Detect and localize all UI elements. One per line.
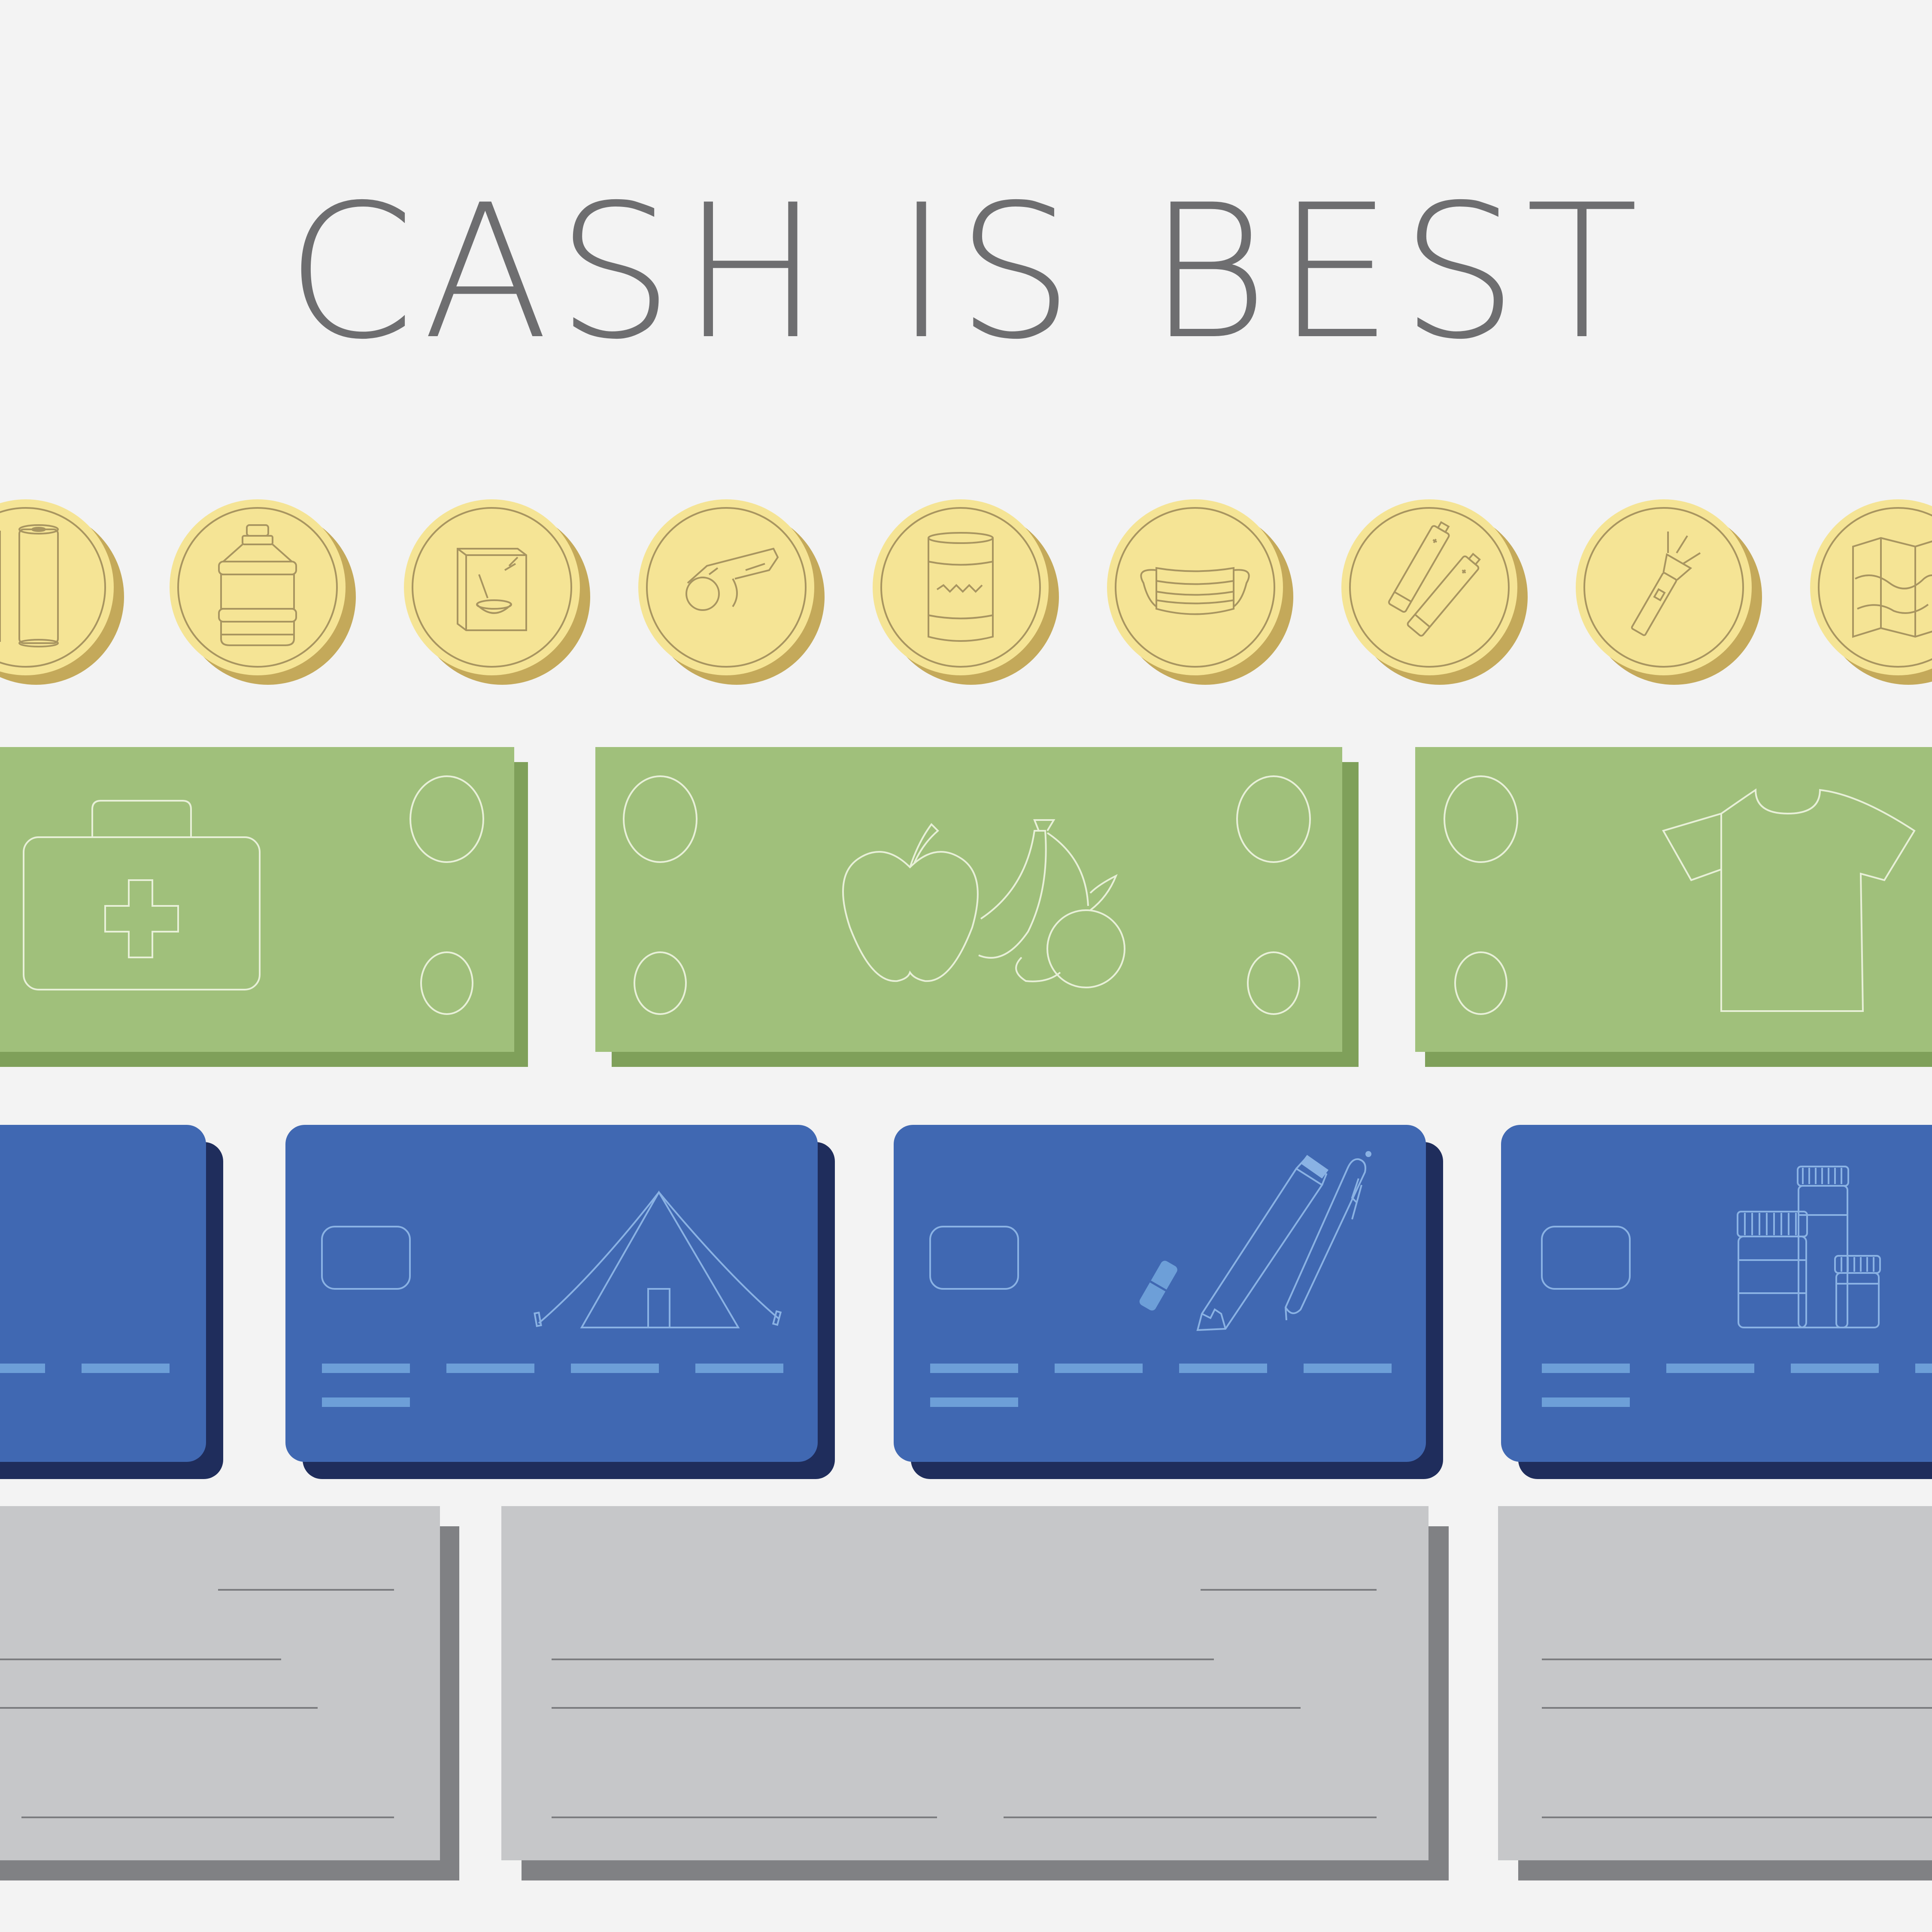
card-medicine — [1501, 1125, 1932, 1479]
coin-flashlight — [1576, 499, 1762, 685]
check-middle — [501, 1506, 1449, 1880]
bill-row — [0, 747, 1932, 1067]
bill-fruit — [595, 747, 1359, 1067]
coin-water-jug — [170, 499, 356, 685]
card-tent — [285, 1125, 835, 1479]
illustration: CASH IS BEST — [0, 0, 1932, 1932]
coin-row — [0, 499, 1932, 685]
payment-methods-illustration — [0, 499, 1932, 1880]
coin-face-mask — [1107, 499, 1293, 685]
coin-map — [1810, 499, 1932, 685]
card-row — [0, 1125, 1932, 1479]
bill-first-aid — [0, 747, 528, 1067]
card-left — [0, 1125, 223, 1479]
bill-t-shirt — [1415, 747, 1932, 1067]
coin-canned-food — [873, 499, 1059, 685]
coin-cereal-box — [404, 499, 590, 685]
card-stationery — [894, 1125, 1443, 1479]
coin-whistle — [638, 499, 825, 685]
check-right — [1498, 1506, 1932, 1880]
coin-batteries — [1341, 499, 1528, 685]
coin-paper-towel — [0, 499, 124, 685]
check-row — [0, 1506, 1932, 1880]
check-left — [0, 1506, 459, 1880]
